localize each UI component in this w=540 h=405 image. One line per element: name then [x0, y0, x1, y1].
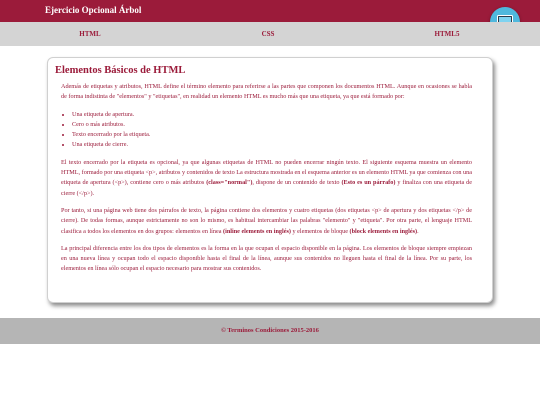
nav-link-css[interactable]: CSS: [262, 30, 275, 38]
list-item: Una etiqueta de apertura.: [72, 110, 472, 120]
paragraph-structure: El texto encerrado por la etiqueta es op…: [61, 158, 472, 199]
main-nav: HTML CSS HTML5: [0, 22, 540, 46]
bold-segment: (block elements en inglés): [349, 227, 418, 235]
bold-segment: (inline elements en inglés): [223, 227, 291, 235]
nav-link-html5[interactable]: HTML5: [435, 30, 460, 38]
text-segment: .: [417, 227, 419, 235]
bold-segment: (Esto es un párrafo): [341, 179, 396, 187]
nav-link-html[interactable]: HTML: [79, 30, 100, 38]
element-parts-list: Una etiqueta de apertura. Cero o más atr…: [72, 110, 472, 151]
paragraph-intro: Además de etiquetas y atributos, HTML de…: [61, 83, 472, 101]
list-item: Cero o más atributos.: [72, 120, 472, 130]
card-title: Elementos Básicos de HTML: [55, 65, 186, 76]
list-item: Texto encerrado por la etiqueta.: [72, 130, 472, 140]
site-footer: © Terminos Condiciones 2015-2016: [0, 318, 540, 344]
site-title: Ejercicio Opcional Árbol: [45, 5, 142, 15]
content-card: Elementos Básicos de HTML Además de etiq…: [47, 57, 493, 303]
list-item: Una etiqueta de cierre.: [72, 140, 472, 150]
paragraph-grouping: Por tanto, si una página web tiene dos p…: [61, 206, 472, 237]
site-header: Ejercicio Opcional Árbol: [0, 0, 540, 22]
text-segment: y elementos de bloque: [290, 227, 350, 235]
article-body: Además de etiquetas y atributos, HTML de…: [61, 82, 472, 282]
text-segment: , dispone de un contenido de texto: [252, 179, 342, 187]
footer-copyright: © Terminos Condiciones 2015-2016: [221, 327, 319, 334]
bold-segment: (class="normal"): [206, 179, 253, 187]
paragraph-difference: La principal diferencia entre los dos ti…: [61, 244, 472, 273]
